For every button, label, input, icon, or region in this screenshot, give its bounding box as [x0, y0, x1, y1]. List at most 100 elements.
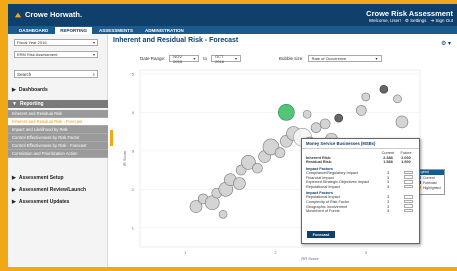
residual-current: 1.588 [383, 160, 393, 165]
chevron-down-icon: ▾ [92, 40, 95, 45]
section-label: Assessment Updates [18, 199, 70, 205]
menu-item[interactable]: Control Effectiveness by Risk Factor [8, 134, 108, 142]
tab-reporting[interactable]: REPORTING [55, 26, 93, 34]
section-assessment-updates[interactable]: ▶ Assessment Updates [8, 198, 108, 206]
factor-input[interactable] [403, 204, 413, 208]
data-bubble [393, 94, 402, 104]
menu-item[interactable]: Control Effectiveness by Risk - Forecast [8, 142, 108, 150]
caret-right-icon: ▶ [12, 199, 16, 205]
caret-right-icon: ▶ [12, 175, 16, 181]
factor-label: Geographic Involvement [306, 204, 348, 209]
bubble-size-label: Bubble size: [279, 56, 304, 61]
residual-risk-row: Residual Risk: 1.588 1.500 [302, 160, 419, 165]
fiscal-year-value: Fiscal Year 2016 [17, 40, 47, 45]
gear-icon: ⚙ [404, 18, 409, 23]
factor-row: Movement of Funds 3 [302, 208, 419, 214]
sidebar: Fiscal Year 2016 ▾ ERM Risk Assessment ▾ S… [8, 34, 108, 267]
x-tick-label: 1 [184, 250, 187, 255]
y-tick-label: 4 [132, 110, 135, 115]
page-title: Inherent and Residual Risk - Forecast [113, 37, 239, 44]
x-tick-label: 3 [365, 250, 368, 255]
tab-administration[interactable]: ADMINISTRATION [140, 27, 189, 34]
factor-value: 3 [386, 204, 390, 209]
data-bubble [361, 92, 371, 102]
popup-title: Money Service Businesses (MSBs) [302, 139, 419, 149]
data-bubble [355, 105, 367, 116]
data-bubble [395, 115, 409, 129]
to-date-select[interactable]: OCT 2016 ▾ [211, 53, 242, 64]
to-date-value: OCT 2016 [215, 53, 224, 64]
assessment-select[interactable]: ERM Risk Assessment ▾ [14, 51, 98, 58]
tab-dashboard[interactable]: DASHBOARD [14, 27, 53, 34]
caret-right-icon: ▶ [12, 87, 16, 93]
data-bubble [252, 162, 263, 174]
settings-link[interactable]: ⚙ Settings [405, 18, 427, 24]
data-bubble [319, 118, 331, 130]
x-axis-label: RR Score [301, 256, 319, 261]
menu-item[interactable]: Impact and Likelihood by Risk [8, 126, 108, 134]
search-input[interactable]: Search ⌕ [14, 70, 98, 78]
to-label: to [203, 56, 208, 61]
signout-icon: ➜ [430, 18, 435, 23]
section-reporting[interactable]: ▼ Reporting [8, 100, 108, 108]
factor-label: Financial Impact [306, 175, 334, 180]
factor-value: 3 [386, 180, 390, 185]
search-icon[interactable]: ⌕ [92, 72, 95, 77]
chart-controls: Date Range: NOV 2015 ▾ to OCT 2016 ▾ Bubbl… [140, 53, 382, 64]
y-tick-label: 2 [132, 187, 135, 192]
factor-input[interactable] [403, 195, 413, 199]
col-current: Current [381, 151, 395, 156]
user-bar: Welcome, User! ⚙ Settings ➜ Sign Out [369, 18, 453, 24]
data-bubble [302, 109, 312, 119]
section-dashboards[interactable]: ▶ Dashboards [8, 86, 108, 94]
legend-label: Forecast [423, 180, 437, 185]
reporting-menu: Inherent and Residual Risk Inherent and … [8, 110, 108, 158]
factor-input[interactable] [403, 208, 413, 213]
factor-row: Reputational Impact 3 [302, 184, 419, 190]
factor-label: Complexity of Risk Factor [306, 200, 350, 205]
factor-input[interactable] [403, 184, 413, 189]
tab-assessments[interactable]: ASSESSMENTS [94, 27, 138, 34]
y-tick-label: 1 [132, 225, 135, 230]
x-tick-label: 2 [274, 250, 277, 255]
section-label: Reporting [19, 101, 44, 107]
signout-link[interactable]: ➜ Sign Out [430, 18, 453, 24]
factor-value: 3 [386, 171, 390, 176]
data-bubble [278, 104, 295, 121]
data-bubble [379, 84, 389, 94]
factor-input[interactable] [403, 180, 413, 184]
impact-factor-list: Compliance/Regulatory Impact 3 Financial I… [302, 170, 419, 190]
bubble-size-select[interactable]: Rate of Occurrence ▾ [307, 55, 382, 62]
y-tick-label: 3 [132, 148, 135, 153]
app-title: Crowe Risk Assessment [366, 9, 453, 18]
menu-item[interactable]: Inherent and Residual Risk [8, 110, 108, 118]
section-assessment-setup[interactable]: ▶ Assessment Setup [8, 174, 108, 182]
residual-label: Residual Risk: [306, 160, 333, 165]
factor-label: Expected Strategic Objectives Impact [306, 180, 370, 185]
factor-input[interactable] [403, 175, 413, 179]
y-axis-label: IR Score [122, 150, 127, 166]
residual-future: 1.500 [401, 160, 411, 165]
legend-label: Current [423, 175, 435, 180]
factor-label: Movement of Funds [306, 209, 340, 214]
data-bubble [310, 122, 322, 134]
menu-item[interactable]: Correlation and Prioritization Action [8, 150, 108, 158]
factor-input[interactable] [403, 170, 413, 175]
factor-input[interactable] [403, 199, 413, 204]
section-label: Dashboards [18, 87, 48, 93]
inherent-label: Inherent Risk: [306, 155, 332, 160]
fiscal-year-select[interactable]: Fiscal Year 2016 ▾ [14, 39, 98, 46]
risk-detail-popup: Money Service Businesses (MSBs) Current F… [301, 138, 420, 244]
menu-item-selected[interactable]: Inherent and Residual Risk - Forecast [8, 118, 108, 126]
from-date-select[interactable]: NOV 2015 ▾ [169, 54, 200, 64]
caret-down-icon: ▼ [12, 101, 17, 107]
main-content: 1 2 3 4 5 1 2 3 RR Score IR Score Inherent and Re… [110, 34, 457, 267]
app-window: Crowe Horwath. Crowe Risk Assessment Wel… [8, 4, 457, 267]
gear-icon[interactable]: ⚙ ▾ [441, 40, 451, 47]
data-bubble [274, 147, 286, 159]
factor-value: 3 [386, 184, 390, 189]
section-label: Assessment Setup [18, 175, 64, 181]
inherent-future: 2.000 [401, 155, 411, 160]
forecast-button[interactable]: Forecast [307, 231, 335, 238]
section-assessment-review[interactable]: ▶ Assessment Review/Launch [8, 186, 108, 194]
